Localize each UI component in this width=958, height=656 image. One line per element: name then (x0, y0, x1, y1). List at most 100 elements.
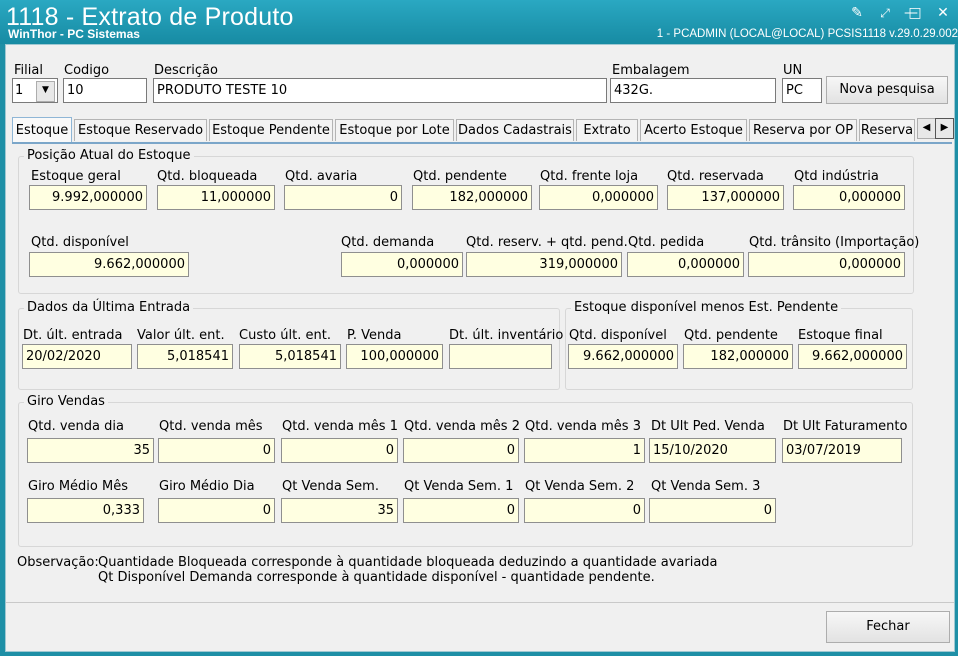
restore-edit-icon[interactable]: ✎ (846, 4, 868, 22)
disp-qtd-disponivel-label: Qtd. disponível (569, 328, 667, 343)
dt-ult-ped-venda-label: Dt Ult Ped. Venda (651, 419, 765, 434)
qt-venda-sem1-label: Qt Venda Sem. 1 (404, 479, 514, 494)
qtd-venda-mes-label: Qtd. venda mês (159, 419, 263, 434)
qtd-venda-mes-value: 0 (158, 438, 275, 463)
qtd-pedida-label: Qtd. pedida (628, 235, 705, 250)
qtd-pendente-label: Qtd. pendente (413, 169, 507, 184)
qtd-venda-mes3-label: Qtd. venda mês 3 (525, 419, 641, 434)
p-venda-label: P. Venda (347, 328, 402, 343)
tab-reserva-por-op[interactable]: Reserva por OP (749, 119, 857, 141)
qtd-venda-mes1-value: 0 (281, 438, 398, 463)
tab-estoque[interactable]: Estoque (12, 117, 72, 143)
nova-pesquisa-button[interactable]: Nova pesquisa (826, 76, 948, 104)
qtd-disponivel-label: Qtd. disponível (31, 235, 129, 250)
p-venda-value: 100,000000 (346, 344, 443, 369)
dt-ult-inventario-label: Dt. últ. inventário (449, 328, 564, 343)
qtd-industria-label: Qtd indústria (794, 169, 879, 184)
un-input[interactable]: PC (782, 78, 822, 103)
qtd-avaria-label: Qtd. avaria (285, 169, 358, 184)
filial-label: Filial (14, 63, 43, 78)
dt-ult-ped-venda-value: 15/10/2020 (649, 438, 776, 463)
giro-medio-dia-value: 0 (158, 498, 275, 523)
tab-scroll-right-icon[interactable]: ▶ (935, 118, 954, 139)
giro-medio-mes-label: Giro Médio Mês (28, 479, 128, 494)
qt-venda-sem1-value: 0 (403, 498, 519, 523)
observacao-line-1: Quantidade Bloqueada corresponde à quant… (98, 555, 718, 570)
posicao-atual-title: Posição Atual do Estoque (24, 148, 194, 163)
codigo-input[interactable]: 10 (63, 78, 147, 103)
resize-icon[interactable]: ⤢ (874, 4, 896, 22)
estoque-geral-value: 9.992,000000 (29, 185, 147, 210)
valor-ult-ent-label: Valor últ. ent. (137, 328, 225, 343)
qtd-pedida-value: 0,000000 (627, 252, 744, 277)
disp-qtd-pendente-label: Qtd. pendente (684, 328, 778, 343)
filial-value: 1 (15, 83, 24, 98)
qtd-venda-mes2-value: 0 (403, 438, 519, 463)
giro-medio-dia-label: Giro Médio Dia (159, 479, 255, 494)
tab-acerto-estoque[interactable]: Acerto Estoque (640, 119, 747, 141)
giro-medio-mes-value: 0,333 (27, 498, 144, 523)
filial-select[interactable]: 1 ▼ (12, 78, 58, 103)
chevron-down-icon[interactable]: ▼ (36, 81, 55, 102)
valor-ult-ent-value: 5,018541 (137, 344, 233, 369)
qtd-reservada-label: Qtd. reservada (667, 169, 764, 184)
tab-extrato[interactable]: Extrato (576, 119, 638, 141)
dt-ult-faturamento-label: Dt Ult Faturamento (783, 419, 908, 434)
tab-bar: Estoque Estoque Reservado Estoque Penden… (12, 117, 954, 143)
giro-vendas-title: Giro Vendas (24, 394, 108, 409)
maximize-icon[interactable]: □ (904, 4, 926, 22)
embalagem-input[interactable]: 432G. (610, 78, 776, 103)
connection-info: 1 - PCADMIN (LOCAL@LOCAL) PCSIS1118 v.29… (656, 28, 958, 40)
qtd-reserv-pend-label: Qtd. reserv. + qtd. pend. (466, 235, 628, 250)
custo-ult-ent-value: 5,018541 (239, 344, 341, 369)
main-panel: Filial 1 ▼ Codigo 10 Descrição PRODUTO T… (5, 44, 955, 652)
tab-reserva[interactable]: Reserva (859, 119, 915, 141)
qt-venda-sem-value: 35 (281, 498, 398, 523)
qtd-bloqueada-label: Qtd. bloqueada (157, 169, 258, 184)
footer-divider (6, 602, 954, 603)
qtd-venda-mes3-value: 1 (524, 438, 645, 463)
qtd-disponivel-value: 9.662,000000 (29, 252, 189, 277)
custo-ult-ent-label: Custo últ. ent. (239, 328, 331, 343)
qtd-frente-loja-label: Qtd. frente loja (540, 169, 639, 184)
qtd-pendente-value: 182,000000 (412, 185, 532, 210)
qtd-venda-mes1-label: Qtd. venda mês 1 (282, 419, 398, 434)
un-label: UN (783, 63, 803, 78)
dt-ult-entrada-value: 20/02/2020 (22, 344, 132, 369)
qtd-demanda-value: 0,000000 (341, 252, 463, 277)
window-subtitle: WinThor - PC Sistemas (8, 27, 140, 41)
observacao-line-2: Qt Disponível Demanda corresponde à quan… (98, 570, 655, 585)
qtd-reserv-pend-value: 319,000000 (466, 252, 622, 277)
qtd-venda-dia-label: Qtd. venda dia (28, 419, 124, 434)
qtd-venda-mes2-label: Qtd. venda mês 2 (404, 419, 520, 434)
qtd-frente-loja-value: 0,000000 (539, 185, 658, 210)
qtd-transito-value: 0,000000 (748, 252, 905, 277)
tab-scroll-left-icon[interactable]: ◀ (917, 118, 936, 139)
qt-venda-sem3-label: Qt Venda Sem. 3 (651, 479, 761, 494)
tab-estoque-por-lote[interactable]: Estoque por Lote (335, 119, 454, 141)
descricao-input[interactable]: PRODUTO TESTE 10 (153, 78, 607, 103)
dt-ult-faturamento-value: 03/07/2019 (782, 438, 902, 463)
close-icon[interactable]: ✕ (932, 4, 954, 22)
disp-menos-pend-title: Estoque disponível menos Est. Pendente (571, 300, 842, 315)
title-bar: 1118 - Extrato de Produto WinThor - PC S… (0, 0, 958, 44)
tab-estoque-pendente[interactable]: Estoque Pendente (209, 119, 333, 141)
qtd-avaria-value: 0 (284, 185, 402, 210)
qt-venda-sem3-value: 0 (649, 498, 776, 523)
qtd-venda-dia-value: 35 (27, 438, 154, 463)
tab-dados-cadastrais[interactable]: Dados Cadastrais (456, 119, 574, 141)
qtd-demanda-label: Qtd. demanda (341, 235, 435, 250)
qtd-industria-value: 0,000000 (793, 185, 905, 210)
observacao-label: Observação: (17, 555, 99, 570)
ultima-entrada-title: Dados da Última Entrada (24, 300, 194, 315)
qt-venda-sem2-value: 0 (524, 498, 645, 523)
tab-estoque-reservado[interactable]: Estoque Reservado (74, 119, 207, 141)
estoque-final-value: 9.662,000000 (798, 344, 907, 369)
qtd-transito-label: Qtd. trânsito (Importação) (749, 235, 920, 250)
fechar-button[interactable]: Fechar (826, 611, 950, 643)
qt-venda-sem2-label: Qt Venda Sem. 2 (525, 479, 635, 494)
qt-venda-sem-label: Qt Venda Sem. (282, 479, 379, 494)
qtd-reservada-value: 137,000000 (667, 185, 784, 210)
estoque-final-label: Estoque final (798, 328, 883, 343)
disp-qtd-disponivel-value: 9.662,000000 (568, 344, 678, 369)
